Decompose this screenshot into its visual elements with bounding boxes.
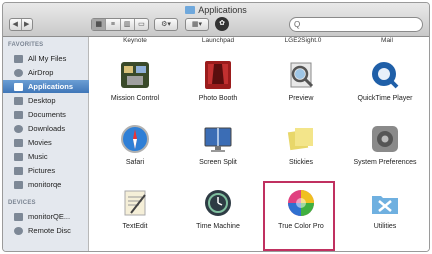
app-label: Preview — [288, 95, 314, 102]
app-system-preferences[interactable]: System Preferences — [345, 119, 425, 189]
airdrop-icon — [14, 68, 23, 77]
remote-disc-icon — [14, 226, 23, 235]
sidebar-item-label: Applications — [28, 82, 74, 91]
app-label: Time Machine — [196, 223, 240, 230]
app-label: Screen Split — [199, 159, 237, 166]
textedit-icon — [124, 190, 146, 216]
sidebar-item-desktop[interactable]: Desktop — [3, 94, 89, 107]
preview-icon — [290, 62, 314, 88]
sidebar: FAVORITES All My Files AirDrop Applicati… — [3, 37, 89, 251]
pictures-icon — [14, 166, 23, 175]
coverflow-view-button[interactable]: ▭ — [133, 19, 148, 30]
app-quicktime-player[interactable]: QuickTime Player — [345, 55, 425, 125]
app-label: Utilities — [373, 223, 397, 230]
sidebar-item-label: Downloads — [28, 124, 66, 133]
app-label: Mission Control — [110, 95, 160, 102]
search-field[interactable]: Q — [289, 17, 423, 32]
app-label-partial[interactable]: Keynote — [100, 37, 170, 44]
disk-icon — [14, 212, 23, 221]
favorites-heading: FAVORITES — [8, 42, 44, 48]
mission-control-icon — [121, 62, 149, 88]
movies-icon — [14, 138, 23, 147]
sidebar-item-label: Pictures — [28, 166, 56, 175]
app-label-partial[interactable]: Launchpad — [183, 37, 253, 44]
window-title: Applications — [3, 5, 429, 15]
sidebar-item-documents[interactable]: Documents — [3, 108, 89, 121]
app-time-machine[interactable]: Time Machine — [178, 183, 258, 251]
screen-split-icon — [204, 127, 232, 152]
sidebar-item-label: Remote Disc — [28, 226, 71, 235]
window-title-text: Applications — [198, 5, 247, 15]
music-icon — [14, 152, 23, 161]
documents-icon — [14, 110, 23, 119]
sidebar-item-disk[interactable]: monitorQE... — [3, 210, 89, 223]
app-preview[interactable]: Preview — [261, 55, 341, 125]
app-textedit[interactable]: TextEdit — [95, 183, 175, 251]
all-files-icon — [14, 54, 23, 63]
app-stickies[interactable]: Stickies — [261, 119, 341, 189]
desktop-icon — [14, 96, 23, 105]
folder-icon — [185, 6, 196, 14]
share-icon[interactable]: ✿ — [215, 17, 229, 31]
back-button[interactable]: ◀ — [10, 19, 21, 30]
arrange-button[interactable]: ▦▾ — [185, 18, 209, 31]
sidebar-item-movies[interactable]: Movies — [3, 136, 89, 149]
sidebar-item-label: Desktop — [28, 96, 56, 105]
action-button[interactable]: ⚙▾ — [154, 18, 178, 31]
devices-heading: DEVICES — [8, 200, 36, 206]
photo-booth-icon — [205, 61, 231, 89]
sidebar-item-all-my-files[interactable]: All My Files — [3, 52, 89, 65]
sidebar-item-label: Movies — [28, 138, 52, 147]
selection-highlight — [263, 181, 335, 251]
app-photo-booth[interactable]: Photo Booth — [178, 55, 258, 125]
finder-window: Applications ◀ ▶ ▦ ≡ ▥ ▭ ⚙▾ ▦▾ ✿ Q FAVOR… — [2, 2, 430, 252]
app-screen-split[interactable]: Screen Split — [178, 119, 258, 189]
sidebar-item-downloads[interactable]: Downloads — [3, 122, 89, 135]
app-label: QuickTime Player — [357, 95, 413, 102]
app-utilities[interactable]: Utilities — [345, 183, 425, 251]
system-preferences-icon — [372, 126, 398, 152]
utilities-icon — [372, 196, 398, 214]
sidebar-item-label: monitorqe — [28, 180, 62, 189]
sidebar-item-remote-disc[interactable]: Remote Disc — [3, 224, 89, 237]
sidebar-item-applications[interactable]: Applications — [3, 80, 89, 93]
app-label: Safari — [125, 159, 145, 166]
applications-icon — [14, 82, 23, 91]
app-label: Stickies — [288, 159, 314, 166]
sidebar-item-label: Documents — [28, 110, 66, 119]
list-view-button[interactable]: ≡ — [105, 19, 119, 30]
safari-icon — [121, 125, 149, 153]
forward-button[interactable]: ▶ — [20, 19, 33, 30]
nav-buttons: ◀ ▶ — [9, 18, 33, 31]
sidebar-item-airdrop[interactable]: AirDrop — [3, 66, 89, 79]
sidebar-item-label: All My Files — [28, 54, 67, 63]
icon-view-button[interactable]: ▦ — [92, 19, 106, 30]
app-label: TextEdit — [122, 223, 148, 230]
sidebar-item-pictures[interactable]: Pictures — [3, 164, 89, 177]
app-mission-control[interactable]: Mission Control — [95, 55, 175, 125]
quicktime-icon — [372, 62, 399, 89]
home-icon — [14, 180, 23, 189]
stickies-icon — [287, 128, 313, 151]
app-label: Photo Booth — [198, 95, 238, 102]
column-view-button[interactable]: ▥ — [119, 19, 134, 30]
sidebar-item-label: Music — [28, 152, 48, 161]
view-switcher: ▦ ≡ ▥ ▭ — [91, 18, 149, 31]
file-grid: Keynote Launchpad LGE2Sight.0 Mail Missi… — [90, 37, 429, 251]
sidebar-item-label: AirDrop — [28, 68, 54, 77]
sidebar-item-music[interactable]: Music — [3, 150, 89, 163]
time-machine-icon — [205, 190, 231, 216]
app-label-partial[interactable]: LGE2Sight.0 — [268, 37, 338, 44]
sidebar-item-label: monitorQE... — [28, 212, 71, 221]
sidebar-item-home[interactable]: monitorqe — [3, 178, 89, 191]
app-safari[interactable]: Safari — [95, 119, 175, 189]
app-label-partial[interactable]: Mail — [352, 37, 422, 44]
app-label: System Preferences — [353, 159, 417, 166]
title-bar: Applications ◀ ▶ ▦ ≡ ▥ ▭ ⚙▾ ▦▾ ✿ Q — [3, 3, 429, 37]
downloads-icon — [14, 124, 23, 133]
